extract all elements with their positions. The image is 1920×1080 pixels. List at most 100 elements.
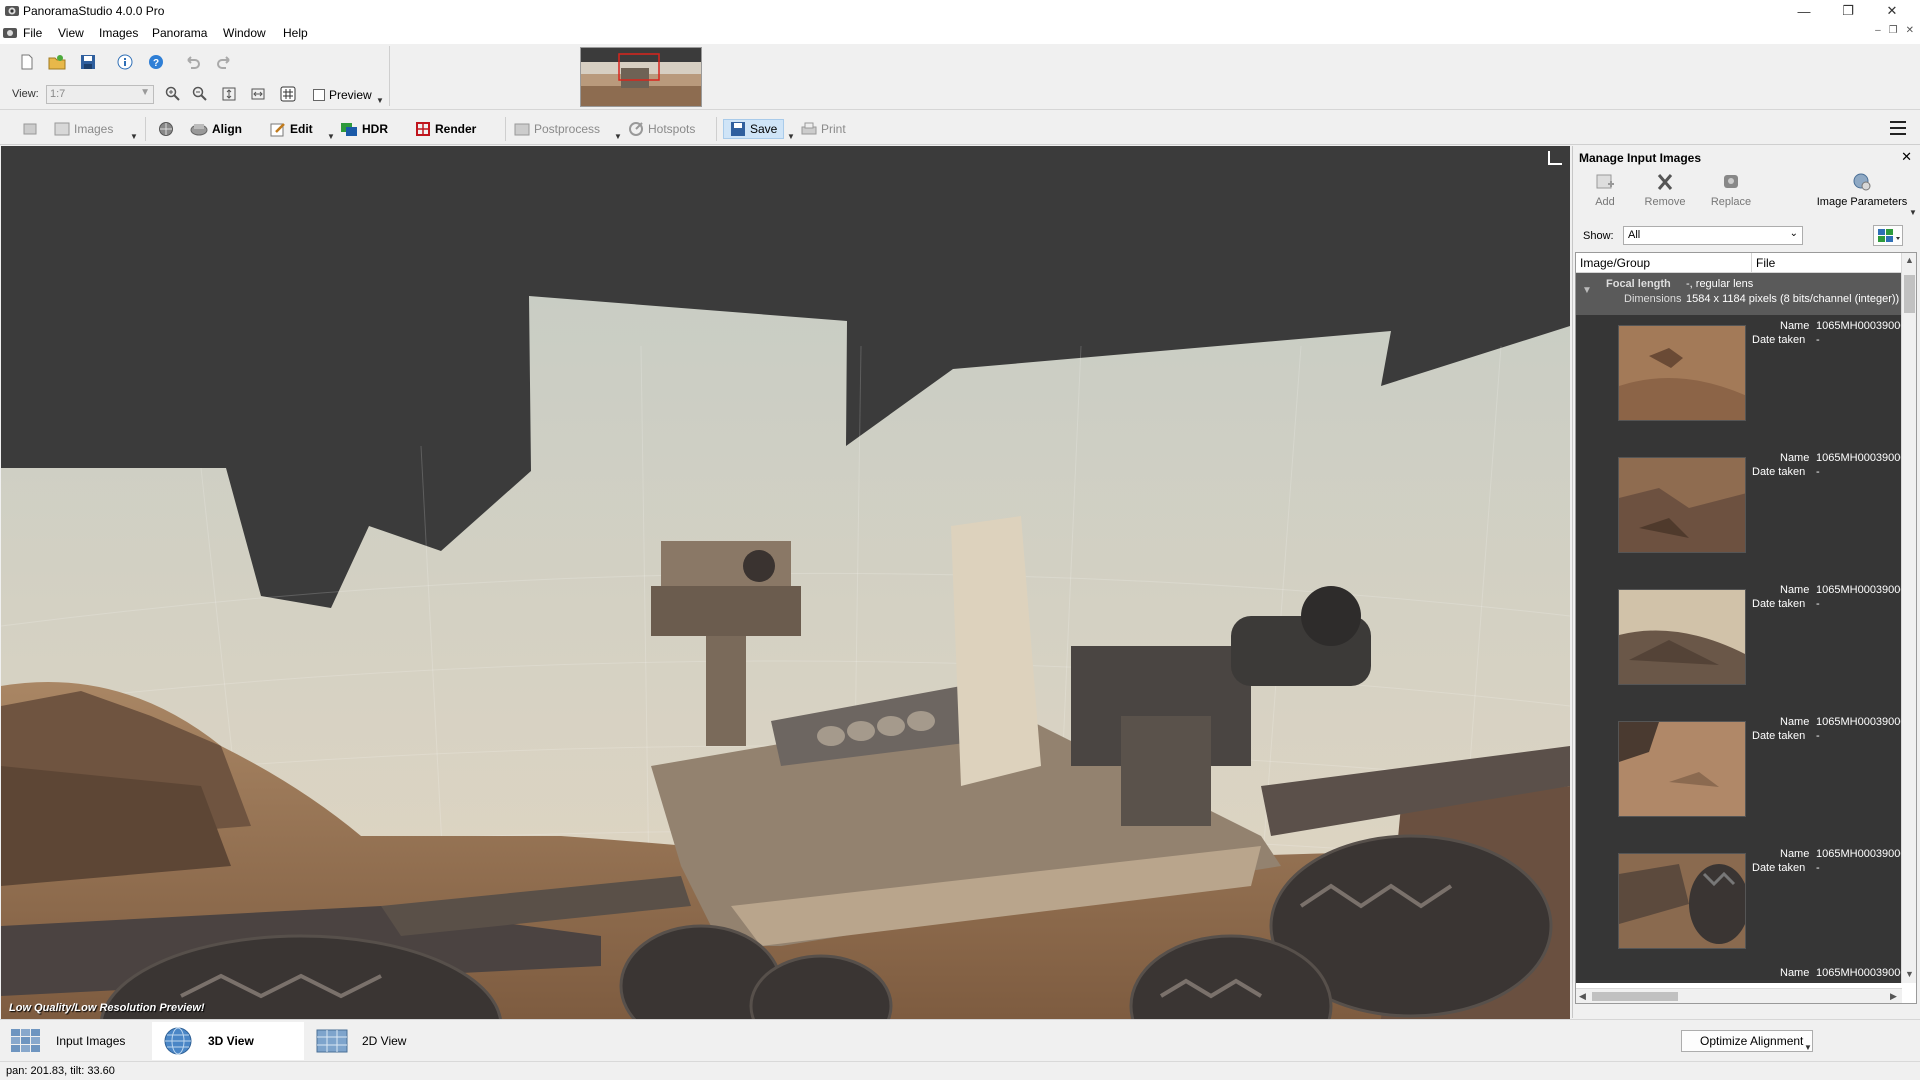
save-disk-icon[interactable] <box>77 51 99 73</box>
save-button[interactable]: Save <box>723 119 785 139</box>
zoom-select: 1:7 ▼ <box>46 85 154 104</box>
scroll-right-icon[interactable]: ▶ <box>1890 991 1897 1002</box>
preview-checkbox[interactable] <box>313 89 325 101</box>
list-item[interactable]: Name 1065MH00039000 Date taken - <box>1576 579 1902 711</box>
render-button[interactable]: Render <box>415 119 476 139</box>
print-button[interactable]: Print <box>801 119 846 139</box>
preview-dropdown-icon[interactable]: ▼ <box>376 96 384 105</box>
image-parameters-dropdown-icon[interactable]: ▼ <box>1909 208 1917 217</box>
list-item[interactable]: Name 1065MH00039000 Date taken - <box>1576 315 1902 447</box>
menu-panorama[interactable]: Panorama <box>152 26 207 40</box>
image-thumbnail <box>1618 457 1746 553</box>
mdi-restore-icon[interactable]: ❐ <box>1889 25 1898 36</box>
hotspots-icon <box>629 122 643 136</box>
edit-button[interactable]: Edit <box>270 119 313 139</box>
horizontal-scrollbar[interactable]: ◀ ▶ <box>1576 988 1902 1003</box>
save-dropdown-icon[interactable]: ▼ <box>787 132 795 141</box>
info-icon[interactable] <box>114 51 136 73</box>
postprocess-dropdown-icon[interactable]: ▼ <box>614 132 622 141</box>
view-mode-button[interactable] <box>1873 225 1903 246</box>
open-folder-icon[interactable] <box>46 51 68 73</box>
grid-icon[interactable] <box>277 83 299 105</box>
hotspots-button[interactable]: Hotspots <box>628 119 695 139</box>
edit-dropdown-icon[interactable]: ▼ <box>327 132 335 141</box>
zoom-out-icon[interactable] <box>189 83 211 105</box>
restore-button[interactable]: ❐ <box>1826 0 1870 22</box>
list-item[interactable]: Name 1065MH00039000 Date taken - <box>1576 843 1902 975</box>
group-row[interactable]: ▼ Focal length -, regular lens Dimension… <box>1576 273 1902 315</box>
show-filter-select[interactable]: All ⌄ <box>1623 226 1803 245</box>
render-label: Render <box>435 122 477 136</box>
images-dropdown-icon[interactable]: ▼ <box>130 132 138 141</box>
fit-height-icon[interactable] <box>218 83 240 105</box>
help-icon[interactable]: ? <box>145 51 167 73</box>
scroll-down-icon[interactable]: ▼ <box>1905 969 1914 979</box>
images-button[interactable]: Images <box>54 119 113 139</box>
show-label: Show: <box>1583 230 1614 242</box>
date-taken-value: - <box>1816 466 1820 478</box>
date-taken-label: Date taken <box>1752 466 1806 478</box>
close-button[interactable]: ✕ <box>1870 0 1914 22</box>
align-button[interactable]: Align <box>190 119 242 139</box>
add-image-button[interactable]: Add <box>1575 172 1635 208</box>
menu-file[interactable]: File <box>23 26 42 40</box>
document-icon[interactable] <box>2 25 18 41</box>
panel-close-icon[interactable]: ✕ <box>1901 149 1912 165</box>
menu-window[interactable]: Window <box>223 26 266 40</box>
hdr-button[interactable]: HDR <box>340 119 388 139</box>
column-divider[interactable] <box>1751 253 1752 273</box>
replace-image-button[interactable]: Replace <box>1701 172 1761 208</box>
tab-input-images[interactable]: Input Images <box>0 1022 135 1060</box>
print-label: Print <box>821 122 846 136</box>
mdi-minimize-icon[interactable]: – <box>1875 25 1881 36</box>
view-tabs-bar: Input Images 3D View 2D View Optimize Al… <box>0 1019 1920 1061</box>
list-item[interactable]: Name 1065MH00039000 <box>1576 967 1902 983</box>
list-item[interactable]: Name 1065MH00039000 Date taken - <box>1576 711 1902 843</box>
panorama-navigator[interactable] <box>580 47 702 107</box>
minimize-icon: — <box>1797 3 1811 19</box>
optimize-alignment-button[interactable]: Optimize Alignment ▼ <box>1681 1030 1813 1052</box>
hdr-icon <box>341 123 357 136</box>
print-icon <box>801 122 817 135</box>
image-thumbnail <box>1618 721 1746 817</box>
globe-button[interactable] <box>158 119 174 139</box>
viewer-expand-icon[interactable] <box>1548 151 1562 165</box>
image-name: 1065MH00039000 <box>1816 320 1902 332</box>
tab-2d-view[interactable]: 2D View <box>306 1022 416 1060</box>
zoom-in-icon[interactable] <box>162 83 184 105</box>
fit-width-icon[interactable] <box>247 83 269 105</box>
flat-2d-icon <box>316 1029 348 1053</box>
hamburger-menu-icon[interactable] <box>1890 121 1906 135</box>
minimize-button[interactable]: — <box>1782 0 1826 22</box>
separator <box>145 117 146 141</box>
collapse-arrow-icon[interactable]: ▼ <box>1582 285 1592 296</box>
render-icon <box>416 122 430 136</box>
horizontal-scroll-thumb[interactable] <box>1592 992 1678 1001</box>
mdi-close-icon[interactable]: ✕ <box>1906 25 1914 36</box>
tab-2d-view-label: 2D View <box>362 1034 407 1048</box>
scroll-left-icon[interactable]: ◀ <box>1579 991 1586 1002</box>
vertical-scrollbar[interactable]: ▲ ▼ <box>1901 253 1916 983</box>
navigator-thumbnail <box>581 48 701 106</box>
tab-3d-view[interactable]: 3D View <box>152 1022 304 1060</box>
new-file-icon[interactable] <box>16 51 38 73</box>
image-parameters-button[interactable]: Image Parameters <box>1809 172 1915 208</box>
image-parameters-icon <box>1853 173 1871 191</box>
scroll-up-icon[interactable]: ▲ <box>1905 255 1914 265</box>
app-window: PanoramaStudio 4.0.0 Pro — ❐ ✕ File View… <box>0 0 1920 1080</box>
panorama-viewer[interactable]: Low Quality/Low Resolution Preview! <box>1 146 1570 1019</box>
menu-help[interactable]: Help <box>283 26 308 40</box>
date-taken-value: - <box>1816 334 1820 346</box>
postprocess-button[interactable]: Postprocess <box>514 119 600 139</box>
column-image-group[interactable]: Image/Group <box>1580 256 1650 270</box>
redo-icon <box>213 51 235 73</box>
hdr-label: HDR <box>362 122 388 136</box>
column-file[interactable]: File <box>1756 256 1775 270</box>
list-item[interactable]: Name 1065MH00039000 Date taken - <box>1576 447 1902 579</box>
menu-images[interactable]: Images <box>99 26 138 40</box>
menu-view[interactable]: View <box>58 26 84 40</box>
preview-toggle[interactable]: Preview <box>313 86 372 104</box>
remove-image-button[interactable]: Remove <box>1635 172 1695 208</box>
vertical-scroll-thumb[interactable] <box>1904 275 1915 313</box>
optimize-dropdown-icon[interactable]: ▼ <box>1804 1043 1812 1052</box>
